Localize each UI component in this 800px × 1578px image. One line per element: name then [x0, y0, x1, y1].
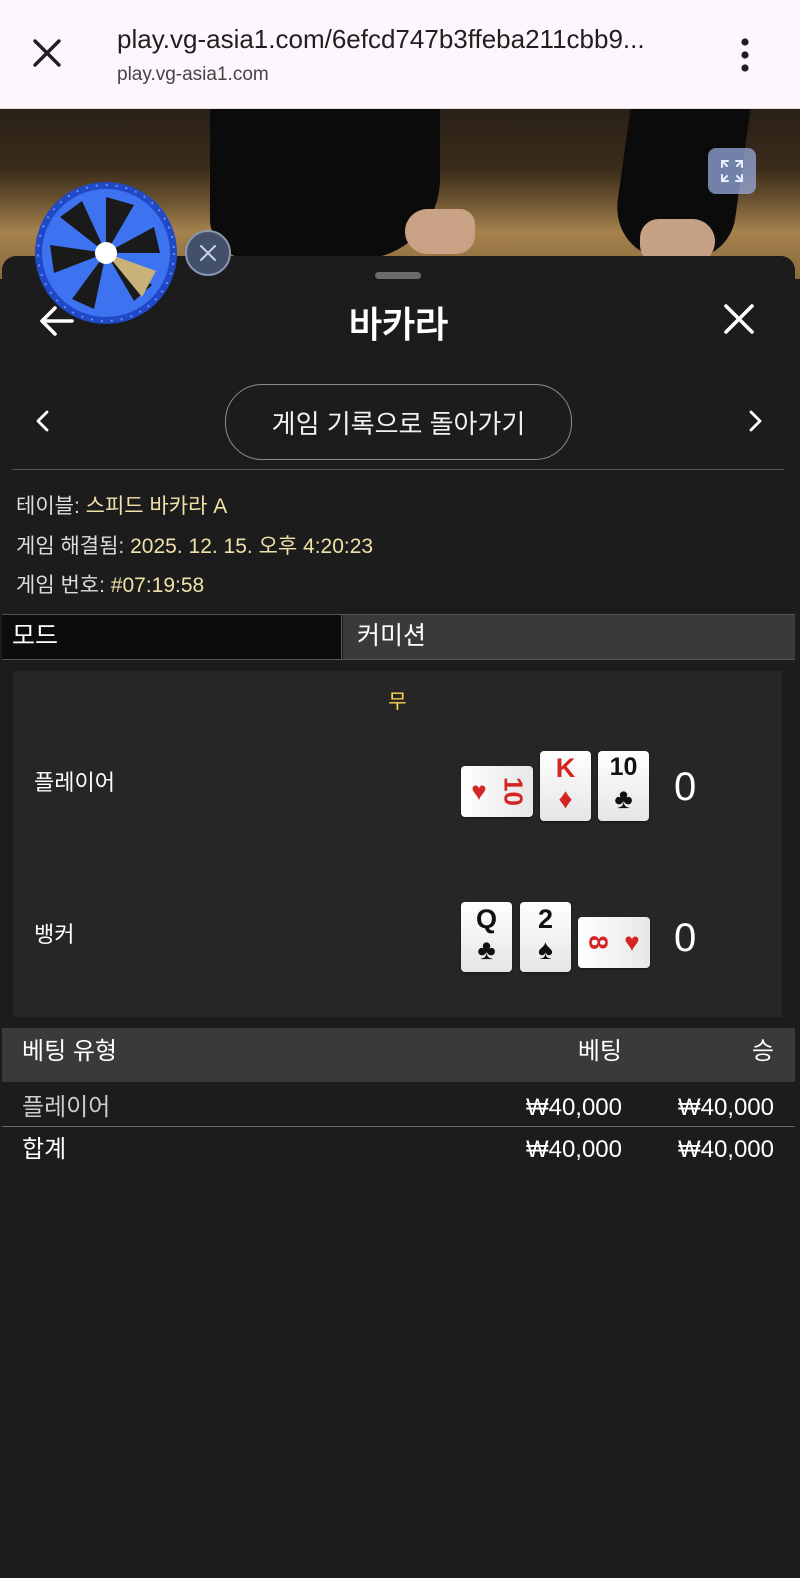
- chevron-right-icon[interactable]: [744, 408, 766, 434]
- card-suit: ♣: [477, 934, 496, 965]
- mode-row: 모드 커미션: [2, 614, 795, 660]
- page-url[interactable]: play.vg-asia1.com/6efcd747b3ffeba211cbb9…: [117, 24, 645, 55]
- card-rank: Q: [475, 904, 497, 934]
- drag-handle[interactable]: [375, 272, 421, 279]
- resolved-label: 게임 해결됨:: [16, 535, 125, 558]
- chevron-left-icon[interactable]: [32, 408, 54, 434]
- close-icon[interactable]: [722, 302, 756, 336]
- table-row: 플레이어 ₩40,000 ₩40,000: [2, 1084, 795, 1127]
- back-to-history-button[interactable]: 게임 기록으로 돌아가기: [225, 384, 572, 460]
- header-bet: 베팅: [577, 1038, 622, 1065]
- table-value: 스피드 바카라 A: [85, 495, 228, 518]
- banker-card-2: 2 ♠: [520, 902, 571, 972]
- player-card-1: ♥ 10: [461, 766, 533, 817]
- header-bet-type: 베팅 유형: [22, 1038, 117, 1065]
- card-rank: 2: [537, 904, 554, 934]
- mode-label: 모드: [2, 615, 342, 659]
- card-rank: K: [555, 753, 576, 783]
- card-suit: ♦: [558, 783, 573, 814]
- banker-card-1: Q ♣: [461, 902, 512, 972]
- table-info: 테이블: 스피드 바카라 A: [16, 490, 227, 520]
- close-icon: [200, 245, 216, 261]
- header-win: 승: [751, 1038, 774, 1065]
- game-number-value: #07:19:58: [110, 574, 205, 597]
- resolved-value: 2025. 12. 15. 오후 4:20:23: [130, 535, 374, 558]
- player-card-3: 10 ♣: [598, 751, 649, 821]
- bet-type: 플레이어: [22, 1094, 111, 1121]
- page-domain: play.vg-asia1.com: [117, 64, 269, 85]
- game-detail-sheet: 바카라 게임 기록으로 돌아가기 테이블: 스피드 바카라 A 게임 해결됨: …: [2, 256, 795, 1578]
- card-suit: ♥: [624, 927, 640, 957]
- expand-icon: [721, 160, 743, 182]
- player-card-2: K ♦: [540, 751, 591, 821]
- player-label: 플레이어: [34, 770, 115, 795]
- bets-table-header: 베팅 유형 베팅 승: [2, 1028, 795, 1082]
- game-number-info: 게임 번호: #07:19:58: [16, 569, 204, 599]
- game-number-label: 게임 번호:: [16, 574, 105, 597]
- resolved-info: 게임 해결됨: 2025. 12. 15. 오후 4:20:23: [16, 530, 373, 560]
- mode-value: 커미션: [343, 615, 795, 659]
- divider: [12, 469, 784, 470]
- more-vert-icon[interactable]: [740, 38, 750, 72]
- browser-toolbar: play.vg-asia1.com/6efcd747b3ffeba211cbb9…: [0, 0, 800, 109]
- close-icon[interactable]: [30, 36, 64, 70]
- banker-score: 0: [674, 916, 697, 960]
- widget-close-button[interactable]: [185, 230, 231, 276]
- table-label: 테이블:: [16, 495, 80, 518]
- total-win: ₩40,000: [677, 1136, 774, 1163]
- card-suit: ♠: [538, 934, 553, 965]
- game-result-panel: 무 플레이어 ♥ 10 K ♦ 10 ♣ 0 뱅커 Q ♣ 2 ♠ 8 ♥ 0: [13, 671, 782, 1017]
- banker-label: 뱅커: [34, 922, 75, 947]
- bet-amount: ₩40,000: [525, 1094, 622, 1121]
- win-amount: ₩40,000: [677, 1094, 774, 1121]
- fullscreen-button[interactable]: [708, 148, 756, 194]
- bonus-wheel-widget[interactable]: [34, 181, 178, 325]
- card-suit: ♣: [614, 783, 633, 814]
- total-row: 합계 ₩40,000 ₩40,000: [2, 1126, 795, 1168]
- card-rank: 10: [609, 753, 638, 781]
- card-rank: 10: [498, 777, 529, 806]
- outcome-label: 무: [388, 691, 407, 713]
- total-label: 합계: [22, 1136, 67, 1163]
- player-score: 0: [674, 765, 697, 809]
- banker-card-3: 8 ♥: [578, 917, 650, 968]
- total-bet: ₩40,000: [525, 1136, 622, 1163]
